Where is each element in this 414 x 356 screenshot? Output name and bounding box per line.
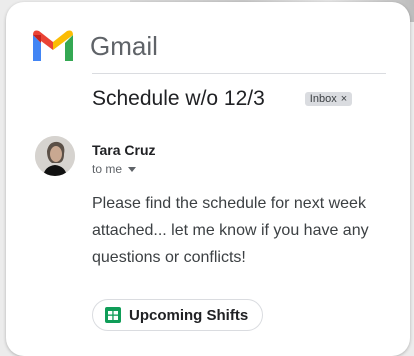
recipient-row[interactable]: to me — [92, 162, 137, 176]
email-body: Please find the schedule for next week a… — [92, 195, 369, 266]
inbox-label-badge: Inbox × — [304, 92, 353, 106]
app-header: Gmail — [30, 26, 158, 66]
gmail-logo-icon — [33, 30, 73, 61]
email-subject: Schedule w/o 12/3 — [92, 87, 265, 110]
sender-avatar — [35, 136, 75, 176]
chevron-down-icon[interactable] — [128, 166, 137, 172]
inbox-label-text: Inbox — [309, 93, 337, 105]
attachment-name: Upcoming Shifts — [129, 306, 249, 324]
google-sheets-icon — [105, 307, 121, 323]
recipient-text: to me — [92, 162, 123, 176]
attachment-chip[interactable]: Upcoming Shifts — [92, 299, 264, 331]
notification-card[interactable]: Gmail Schedule w/o 12/3 Inbox × Tara Cru… — [6, 2, 410, 356]
sender-name: Tara Cruz — [92, 142, 156, 158]
app-name: Gmail — [90, 30, 158, 61]
header-divider — [92, 73, 386, 74]
remove-label-icon[interactable]: × — [341, 93, 347, 105]
subject-row: Schedule w/o 12/3 Inbox × — [92, 87, 380, 111]
